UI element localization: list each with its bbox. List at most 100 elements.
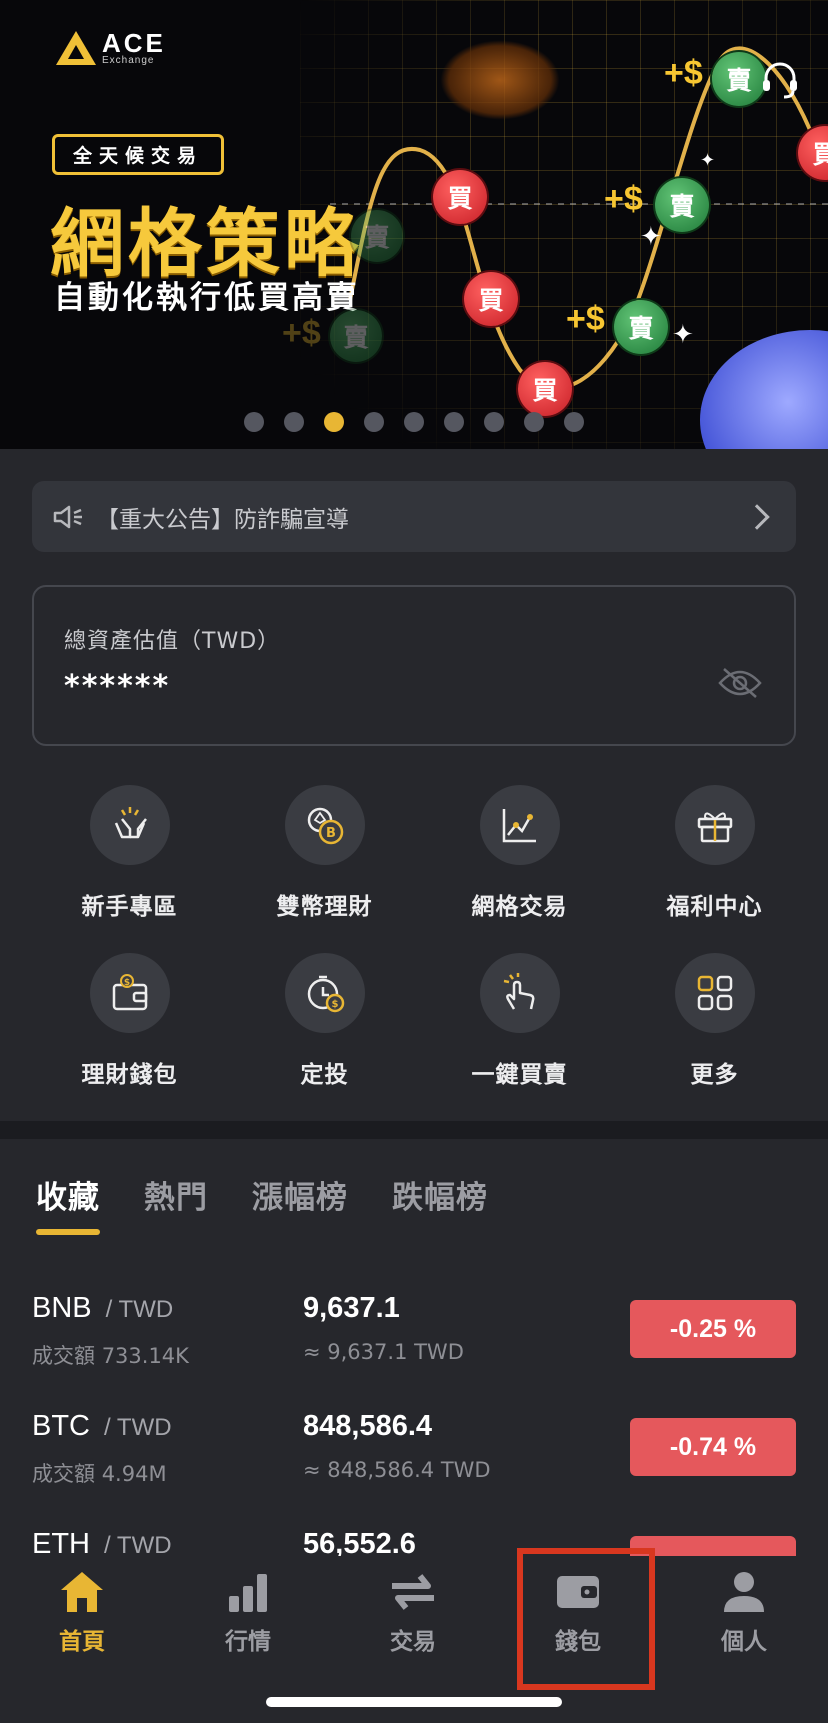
tab-favorites[interactable]: 收藏 [36,1172,100,1235]
market-row[interactable]: BNB / TWD 成交額 733.14K 9,637.1 ≈ 9,637.1 T… [32,1292,796,1382]
change-badge[interactable]: -0.25 % [630,1300,796,1358]
total-asset-label: 總資產估值（TWD） [64,629,281,654]
home-icon [61,1572,103,1612]
volume-label: 成交額 [32,1344,95,1368]
sparkle-icon: ✦ [672,320,694,350]
chevron-right-icon [744,503,770,530]
quick-item-beginner[interactable]: 新手專區 [32,785,227,921]
carousel-dot[interactable] [284,412,304,432]
grid-chart-icon [502,809,536,843]
plus-dollar-icon: +$ [664,54,703,92]
plus-dollar-icon: +$ [566,300,605,338]
quick-item-label: 更多 [690,1062,739,1088]
ace-logo-icon [56,31,96,65]
quick-item-label: 雙幣理財 [276,894,373,920]
quick-item-finance-wallet[interactable]: $ 理財錢包 [32,953,227,1089]
buy-coin-icon: 買 [518,362,572,416]
sparkle-icon: ✦ [640,222,662,252]
last-price: 9,637.1 [303,1292,400,1324]
carousel-dot[interactable] [564,412,584,432]
quick-item-auto-invest[interactable]: $ 定投 [227,953,422,1089]
speaker-icon [53,505,82,528]
volume-label: 成交額 [32,1462,95,1486]
pair-name: BNB / TWD [32,1292,173,1325]
dual-coin-icon: B [307,807,343,845]
total-asset-card: 總資產估值（TWD） ****** [32,585,796,746]
carousel-dot[interactable] [444,412,464,432]
quick-item-more[interactable]: 更多 [617,953,812,1089]
nav-label: 交易 [390,1629,436,1655]
carousel-indicator[interactable] [244,412,584,432]
carousel-dot[interactable] [324,412,344,432]
nav-profile[interactable]: 個人 [679,1568,809,1656]
wallet-highlight-box [517,1548,655,1690]
person-icon [724,1572,764,1612]
market-tabs: 收藏 熱門 漲幅榜 跌幅榜 [36,1172,488,1235]
stopwatch-coin-icon: $ [307,975,344,1013]
tab-gainers[interactable]: 漲幅榜 [252,1172,348,1235]
customer-service-headset-icon[interactable] [758,58,802,102]
eye-hidden-icon[interactable] [718,665,762,701]
sell-coin-icon: 賣 [655,178,709,232]
quick-item-rewards[interactable]: 福利中心 [617,785,812,921]
banner-subline: 自動化執行低買高賣 [54,280,360,316]
nav-market[interactable]: 行情 [183,1568,313,1656]
sell-coin-icon: 賣 [351,210,403,262]
volume-value: 4.94M [101,1462,167,1486]
svg-text:$: $ [123,978,129,988]
total-asset-value: ****** [64,669,171,704]
ace-exchange-logo: ACE Exchange [56,30,166,66]
last-price: 848,586.4 [303,1410,433,1442]
quick-item-grid-trading[interactable]: 網格交易 [422,785,617,921]
swap-arrows-icon [392,1574,434,1610]
section-divider [0,1121,828,1139]
promo-banner[interactable]: ACE Exchange 全天候交易 網格策略 自動化執行低買高賣 賣 賣 +$… [0,0,828,449]
svg-text:$: $ [331,999,338,1010]
nav-home[interactable]: 首頁 [17,1568,147,1656]
buy-coin-icon: 買 [433,170,487,224]
sparkle-icon: ✦ [700,150,716,171]
grid-more-icon [697,975,732,1011]
svg-text:B: B [326,826,336,841]
quick-item-label: 新手專區 [81,894,178,920]
carousel-dot[interactable] [404,412,424,432]
plus-dollar-icon: +$ [282,314,321,352]
quick-item-label: 一鍵買賣 [471,1062,568,1088]
pair-quote: / TWD [104,1414,172,1441]
quick-item-label: 理財錢包 [81,1062,178,1088]
announcement-text: 【重大公告】防詐騙宣導 [96,506,349,533]
nav-trade[interactable]: 交易 [348,1568,478,1656]
tab-losers[interactable]: 跌幅榜 [392,1172,488,1235]
sell-coin-icon: 賣 [614,300,668,354]
home-indicator [266,1697,562,1707]
pair-quote: / TWD [105,1296,174,1323]
nav-label: 個人 [721,1629,767,1655]
carousel-dot[interactable] [244,412,264,432]
tab-hot[interactable]: 熱門 [144,1172,208,1235]
quick-item-one-click-trade[interactable]: 一鍵買賣 [422,953,617,1089]
volume-value: 733.14K [101,1344,189,1368]
volume: 成交額 4.94M [32,1458,167,1488]
carousel-dot[interactable] [524,412,544,432]
quick-item-label: 網格交易 [471,894,568,920]
quick-item-label: 定投 [300,1062,349,1088]
quick-item-label: 福利中心 [666,894,763,920]
quick-item-dual-currency[interactable]: B 雙幣理財 [227,785,422,921]
change-badge[interactable]: -0.74 % [630,1418,796,1476]
gift-icon [697,812,732,843]
pair-quote: / TWD [104,1532,172,1559]
buy-coin-icon: 買 [464,272,518,326]
market-row[interactable]: BTC / TWD 成交額 4.94M 848,586.4 ≈ 848,586.4… [32,1410,796,1500]
announcement-bar[interactable]: 【重大公告】防詐騙宣導 [32,481,796,552]
logo-name: ACE [102,28,166,58]
banner-tag: 全天候交易 [52,134,225,175]
pair-base: BTC [32,1410,90,1442]
price-approx: ≈ 848,586.4 TWD [303,1458,491,1482]
nav-label: 首頁 [59,1629,105,1655]
tap-hand-icon [503,973,534,1010]
carousel-dot[interactable] [484,412,504,432]
pair-name: BTC / TWD [32,1410,172,1443]
price-approx: ≈ 9,637.1 TWD [303,1340,464,1364]
nav-label: 行情 [225,1629,271,1655]
carousel-dot[interactable] [364,412,384,432]
